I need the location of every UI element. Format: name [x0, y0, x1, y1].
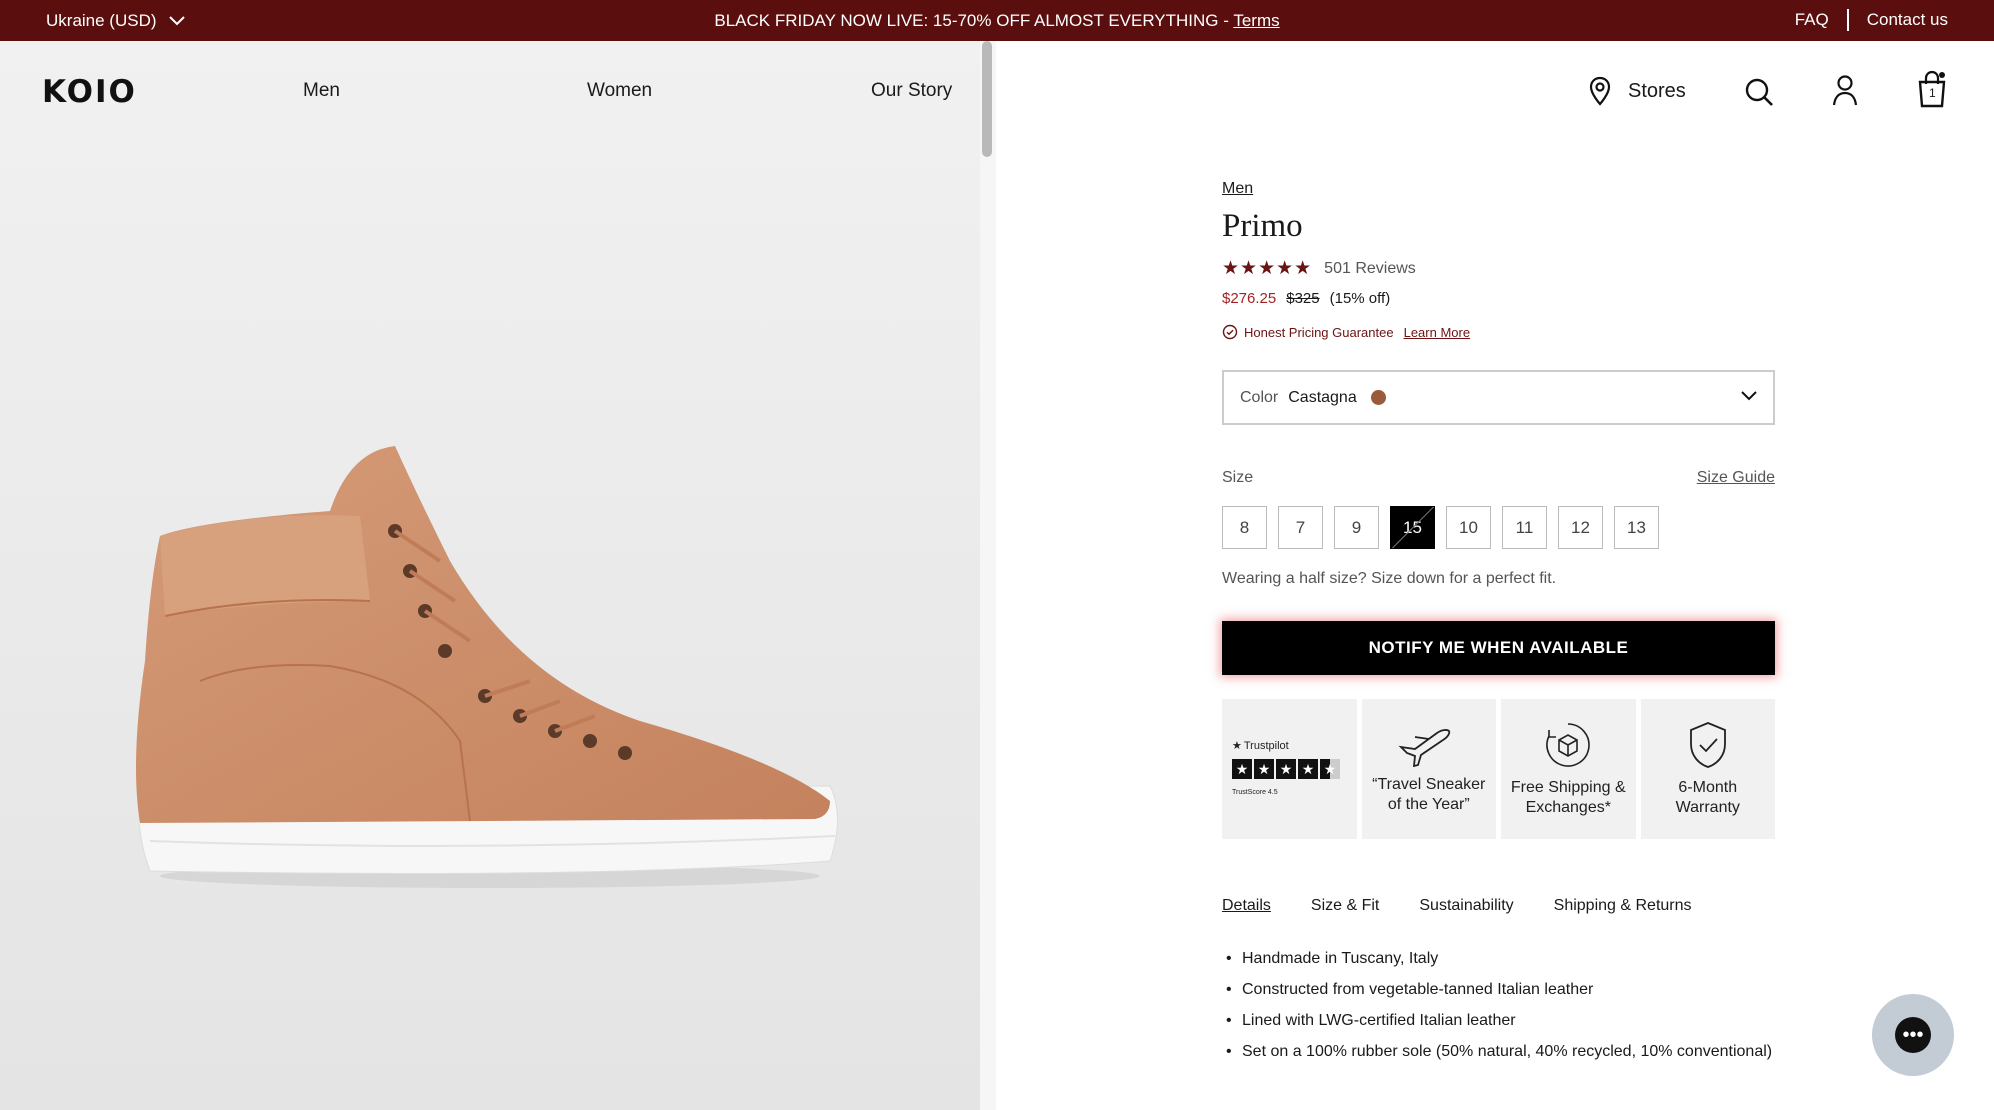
trustpilot-badge[interactable]: ★ Trustpilot ★ ★ ★ ★ ★ TrustScore 4.5	[1222, 699, 1357, 839]
check-circle-icon	[1222, 324, 1238, 340]
size-label: Size	[1222, 469, 1254, 486]
size-option[interactable]: 12	[1558, 506, 1603, 549]
size-guide-link[interactable]: Size Guide	[1697, 469, 1775, 487]
promo-text: BLACK FRIDAY NOW LIVE: 15-70% OFF ALMOST…	[714, 11, 1229, 30]
sale-price: $276.25	[1222, 290, 1277, 307]
cart-button[interactable]: 1	[1917, 70, 1947, 113]
discount-label: (15% off)	[1329, 290, 1391, 307]
nav-men[interactable]: Men	[303, 80, 340, 102]
color-swatch	[1370, 390, 1386, 405]
location-pin-icon	[1589, 76, 1611, 106]
travel-text: “Travel Sneaker of the Year”	[1372, 776, 1486, 813]
tab-details[interactable]: Details	[1222, 897, 1271, 915]
nav-our-story[interactable]: Our Story	[871, 80, 952, 102]
divider	[1846, 9, 1849, 31]
size-option[interactable]: 7	[1278, 506, 1323, 549]
list-item: Set on a 100% rubber sole (50% natural, …	[1222, 1036, 1775, 1067]
color-label: Color	[1240, 388, 1279, 406]
product-image	[136, 446, 838, 888]
image-panel-scrollbar[interactable]	[980, 41, 996, 1110]
scrollbar-thumb[interactable]	[982, 41, 992, 157]
trustpilot-stars-icon: ★ ★ ★ ★ ★	[1232, 758, 1340, 779]
airplane-icon	[1398, 729, 1450, 767]
info-tabs: Details Size & Fit Sustainability Shippi…	[1222, 897, 1775, 915]
promo-bar: Ukraine (USD) BLACK FRIDAY NOW LIVE: 15-…	[0, 0, 1994, 41]
honest-pricing: Honest Pricing Guarantee Learn More	[1222, 324, 1775, 340]
cart-count: 1	[1929, 86, 1936, 100]
price-row: $276.25 $325 (15% off)	[1222, 290, 1775, 307]
trustpilot-star-icon: ★	[1232, 739, 1242, 752]
review-count[interactable]: 501 Reviews	[1324, 260, 1416, 278]
size-options: 8 7 9 15 10 11 12 13	[1222, 506, 1775, 549]
nav-women[interactable]: Women	[587, 80, 652, 102]
faq-link[interactable]: FAQ	[1795, 10, 1829, 30]
color-value: Castagna	[1288, 388, 1357, 406]
free-shipping-badge: Free Shipping & Exchanges*	[1501, 699, 1636, 839]
learn-more-link[interactable]: Learn More	[1404, 325, 1470, 340]
size-option[interactable]: 9	[1334, 506, 1379, 549]
chat-bubble-icon: •••	[1895, 1017, 1931, 1053]
chat-widget-button[interactable]: •••	[1872, 994, 1954, 1076]
guarantee-text: Honest Pricing Guarantee	[1244, 324, 1394, 340]
promo-message: BLACK FRIDAY NOW LIVE: 15-70% OFF ALMOST…	[0, 11, 1994, 31]
color-dropdown[interactable]: Color Castagna	[1222, 370, 1775, 425]
product-info: Men Primo ★★★★★ 501 Reviews $276.25 $325…	[1222, 180, 1776, 1067]
size-option[interactable]: 13	[1614, 506, 1659, 549]
list-item: Constructed from vegetable-tanned Italia…	[1222, 974, 1775, 1005]
chevron-down-icon	[1741, 391, 1757, 401]
trust-badges: ★ Trustpilot ★ ★ ★ ★ ★ TrustScore 4.5 “Travel…	[1222, 699, 1776, 839]
tab-sustainability[interactable]: Sustainability	[1419, 897, 1513, 915]
half-size-note: Wearing a half size? Size down for a per…	[1222, 570, 1557, 587]
notify-me-button[interactable]: NOTIFY ME WHEN AVAILABLE	[1222, 621, 1775, 675]
shipping-text: Free Shipping & Exchanges*	[1510, 779, 1626, 816]
tab-shipping-returns[interactable]: Shipping & Returns	[1554, 897, 1692, 915]
breadcrumb-men[interactable]: Men	[1222, 180, 1253, 197]
shield-check-icon	[1689, 722, 1726, 768]
rating-row[interactable]: ★★★★★ 501 Reviews	[1222, 257, 1775, 280]
size-option[interactable]: 8	[1222, 506, 1267, 549]
product-image-panel	[0, 41, 980, 1110]
stores-link[interactable]: Stores	[1588, 76, 1686, 106]
details-list: Handmade in Tuscany, Italy Constructed f…	[1222, 943, 1775, 1067]
koio-logo[interactable]: KOIO	[42, 74, 137, 110]
travel-sneaker-badge: “Travel Sneaker of the Year”	[1361, 699, 1497, 839]
original-price: $325	[1286, 290, 1320, 307]
terms-link[interactable]: Terms	[1233, 11, 1279, 30]
size-option[interactable]: 10	[1446, 506, 1491, 549]
box-exchange-icon	[1546, 723, 1591, 767]
product-title: Primo	[1222, 208, 1303, 244]
search-icon[interactable]	[1744, 77, 1774, 107]
trustpilot-label: Trustpilot	[1243, 739, 1289, 752]
account-icon[interactable]	[1832, 74, 1858, 106]
warranty-badge: 6-Month Warranty	[1640, 699, 1776, 839]
star-rating-icon: ★★★★★	[1222, 258, 1313, 279]
list-item: Lined with LWG-certified Italian leather	[1222, 1005, 1775, 1036]
warranty-text: 6-Month Warranty	[1675, 779, 1740, 816]
contact-link[interactable]: Contact us	[1867, 10, 1948, 30]
size-option[interactable]: 11	[1502, 506, 1547, 549]
tab-size-fit[interactable]: Size & Fit	[1311, 897, 1379, 915]
stores-label: Stores	[1628, 79, 1686, 102]
list-item: Handmade in Tuscany, Italy	[1222, 943, 1775, 974]
trustscore: TrustScore 4.5	[1232, 788, 1278, 796]
size-option-selected[interactable]: 15	[1390, 506, 1435, 549]
